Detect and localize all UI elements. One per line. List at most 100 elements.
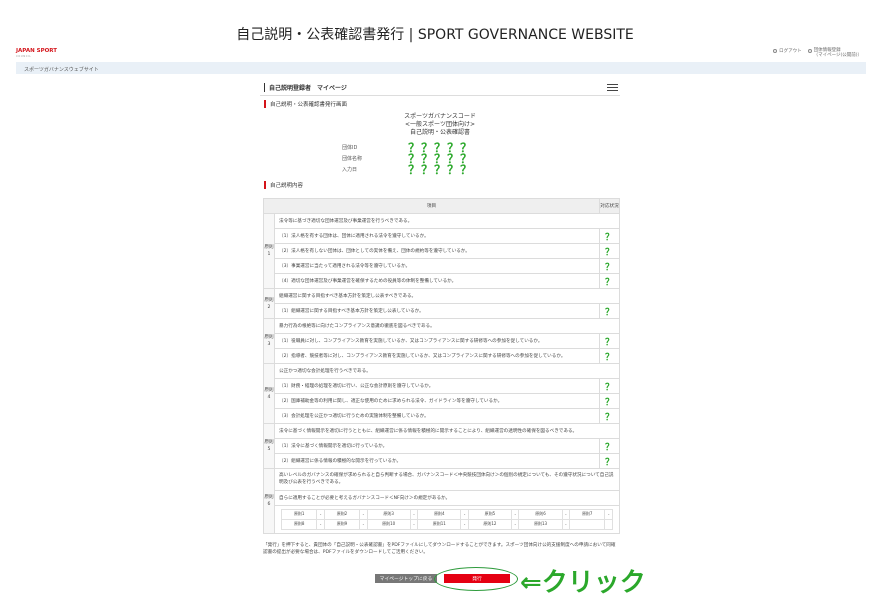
issue-button[interactable]: 発行 (444, 574, 510, 583)
cert-line-3: 自己説明・公表確認書 (409, 129, 470, 136)
page-head: 自己説明登録者 マイページ (260, 80, 620, 96)
table-row: （1）法人格を有する団体は、団体に適用される法令を遵守しているか。 ？ (264, 228, 620, 244)
status-mark: ？ (604, 457, 614, 468)
status-cell: ？ (599, 348, 620, 364)
nf-cell: 原則11 (417, 518, 462, 530)
table-row: （3）会計処理を公正かつ適切に行うための実施体制を整備しているか。 ？ (264, 408, 620, 424)
col-status-header: 対応状況 (599, 198, 620, 214)
nf-cell (569, 518, 606, 530)
nf-cell: - (604, 508, 613, 520)
nf-cell: - (316, 518, 325, 530)
nf-cell: - (510, 508, 520, 520)
header-links: ログアウト 団体情報登録 （マイページ(公開前)） (773, 48, 862, 58)
nf-cell: 原則3 (366, 508, 411, 520)
nf-cell: - (561, 518, 571, 530)
status-cell: ？ (599, 393, 620, 409)
table-row: （1）法令に基づく情報開示を適切に行っているか。 ？ (264, 438, 620, 454)
page-title: 自己説明登録者 マイページ (264, 83, 347, 92)
logo-sub: COUNCIL (16, 55, 32, 58)
logo[interactable]: JAPAN SPORT COUNCIL (16, 48, 57, 58)
principle-text: 法令等に基づき適切な団体運営及び事業運営を行うべきである。 (274, 213, 620, 229)
nf-cell: 原則1 (280, 508, 318, 520)
nf-cell: 原則8 (280, 518, 318, 530)
table-row: 原則1 法令等に基づき適切な団体運営及び事業運営を行うべきである。 (263, 213, 620, 289)
nf-cell: 原則5 (467, 508, 512, 520)
nf-subtable-cell: 原則1 - 原則2 - 原則3 - 原則4 - 原則5 - 原則6 - 原則7 … (274, 505, 620, 534)
principle-label: 原則4 (263, 363, 275, 424)
nf-cell: - (460, 518, 469, 530)
nf-cell: 原則12 (467, 518, 512, 530)
nf-cell: 原則9 (323, 518, 361, 530)
status-mark: ？ (604, 352, 614, 363)
item-text: （1）役職員に対し、コンプライアンス教育を実施しているか、又はコンプライアンスに… (274, 333, 600, 349)
nf-row: 原則1 - 原則2 - 原則3 - 原則4 - 原則5 - 原則6 - 原則7 … (280, 508, 613, 520)
item-text: （3）会計処理を公正かつ適切に行うための実施体制を整備しているか。 (274, 408, 600, 424)
principles-table: 項目 対応状況 原則1 法令等に基づき適切な団体運営及び事業運営を行うべきである… (263, 198, 620, 534)
table-header-row: 項目 対応状況 (263, 198, 620, 214)
status-mark: ？ (604, 277, 614, 288)
item-text: （3）事業運営に当たって適用される法令等を遵守しているか。 (274, 258, 600, 274)
nf-cell: 原則13 (518, 518, 563, 530)
nf-cell: - (359, 508, 368, 520)
principle-label: 原則2 (263, 288, 275, 319)
info-block: 団体ID ？？？？？ 団体名称 ？？？？？ 入力日 ？？？？？ (260, 141, 620, 177)
status-mark: ？ (604, 247, 614, 258)
principle-label: 原則5 (263, 423, 275, 469)
item-text: （2）組織運営に係る情報の積極的な開示を行っているか。 (274, 453, 600, 469)
status-cell: ？ (599, 228, 620, 244)
item-text: （2）指導者、競技者等に対し、コンプライアンス教育を実施しているか、又はコンプラ… (274, 348, 600, 364)
org-info-link[interactable]: 団体情報登録 （マイページ(公開前)） (807, 48, 862, 58)
item-text: （2）国庫補助金等の利用に関し、適正な使用のために求められる法令、ガイドライン等… (274, 393, 600, 409)
status-cell: ？ (599, 333, 620, 349)
logout-label: ログアウト (779, 49, 802, 54)
table-row: 原則4 公正かつ適切な会計処理を行うべきである。 (263, 363, 620, 424)
logout-link[interactable]: ログアウト (773, 48, 802, 58)
item-text: （2）法人格を有しない団体は、団体としての実体を備え、団体の規約等を遵守している… (274, 243, 600, 259)
nf-row: 原則8 - 原則9 - 原則10 - 原則11 - 原則12 - 原則13 - (280, 518, 613, 530)
back-to-mypage-button[interactable]: マイページトップに戻る (375, 574, 437, 583)
table-row: （1）財務・経理の処理を適切に行い、公正な会計原則を遵守しているか。 ？ (264, 378, 620, 394)
table-row: 原則6 高いレベルのガバナンスの確保が求められると自ら判断する場合、ガバナンスコ… (263, 468, 620, 534)
org-info-text: 団体情報登録 （マイページ(公開前)） (814, 48, 862, 58)
status-mark: ？ (604, 382, 614, 393)
principle-text-2: 自らに適用することが必要と考えるガバナンスコード＜NF向け＞の規定があるか。 (274, 490, 620, 506)
nf-cell: - (561, 508, 571, 520)
principle-label: 原則1 (263, 213, 275, 289)
item-text: （1）法令に基づく情報開示を適切に行っているか。 (274, 438, 600, 454)
table-row: （4）適切な団体運営及び事業運営を確保するための役員等の体制を整備しているか。 … (264, 273, 620, 289)
hamburger-menu-icon[interactable] (607, 83, 618, 92)
status-mark: ？ (604, 232, 614, 243)
principle-text: 法令に基づく情報開示を適切に行うとともに、組織運営に係る情報を積極的に開示するこ… (274, 423, 620, 439)
status-cell: ？ (599, 303, 620, 319)
cert-line-1: スポーツガバナンスコード (404, 113, 476, 120)
download-note: 「発行」を押下すると、貴団体の「自己説明・公表確認書」をPDFファイルにしてダウ… (263, 543, 616, 555)
nf-cell: 原則6 (518, 508, 563, 520)
item-text: （1）財務・経理の処理を適切に行い、公正な会計原則を遵守しているか。 (274, 378, 600, 394)
status-mark: ？ (604, 337, 614, 348)
info-label: 団体名称 (342, 156, 363, 162)
status-cell: ？ (599, 243, 620, 259)
status-mark: ？ (604, 442, 614, 453)
principle-text: 公正かつ適切な会計処理を行うべきである。 (274, 363, 620, 379)
status-mark: ？ (604, 262, 614, 273)
principle-text: 暴力行為の根絶等に向けたコンプライアンス意識の徹底を図るべきである。 (274, 318, 620, 334)
banner-title: 自己説明・公表確認書発行 | SPORT GOVERNANCE WEBSITE (236, 27, 634, 43)
table-row: 原則5 法令に基づく情報開示を適切に行うとともに、組織運営に係る情報を積極的に開… (263, 423, 620, 469)
table-row: （1）役職員に対し、コンプライアンス教育を実施しているか、又はコンプライアンスに… (264, 333, 620, 349)
site-subbar: スポーツガバナンスウェブサイト (16, 62, 866, 74)
info-row-date: 入力日 ？？？？？ (260, 163, 620, 177)
cert-line-2: <一般スポーツ団体向け> (405, 121, 475, 128)
table-row: （3）事業運営に当たって適用される法令等を遵守しているか。 ？ (264, 258, 620, 274)
nf-cell: - (359, 518, 368, 530)
nf-cell: - (510, 518, 520, 530)
principle-text: 高いレベルのガバナンスの確保が求められると自ら判断する場合、ガバナンスコード＜中… (274, 468, 620, 491)
nf-cell: 原則4 (417, 508, 462, 520)
info-label: 団体ID (342, 145, 358, 151)
status-cell: ？ (599, 258, 620, 274)
table-row: 原則3 暴力行為の根絶等に向けたコンプライアンス意識の徹底を図るべきである。 (263, 318, 620, 364)
status-cell: ？ (599, 408, 620, 424)
item-text: （4）適切な団体運営及び事業運営を確保するための役員等の体制を整備しているか。 (274, 273, 600, 289)
nf-cell: 原則7 (569, 508, 606, 520)
cert-title-block: スポーツガバナンスコード <一般スポーツ団体向け> 自己説明・公表確認書 (370, 113, 510, 137)
col-item-header: 項目 (263, 198, 600, 214)
